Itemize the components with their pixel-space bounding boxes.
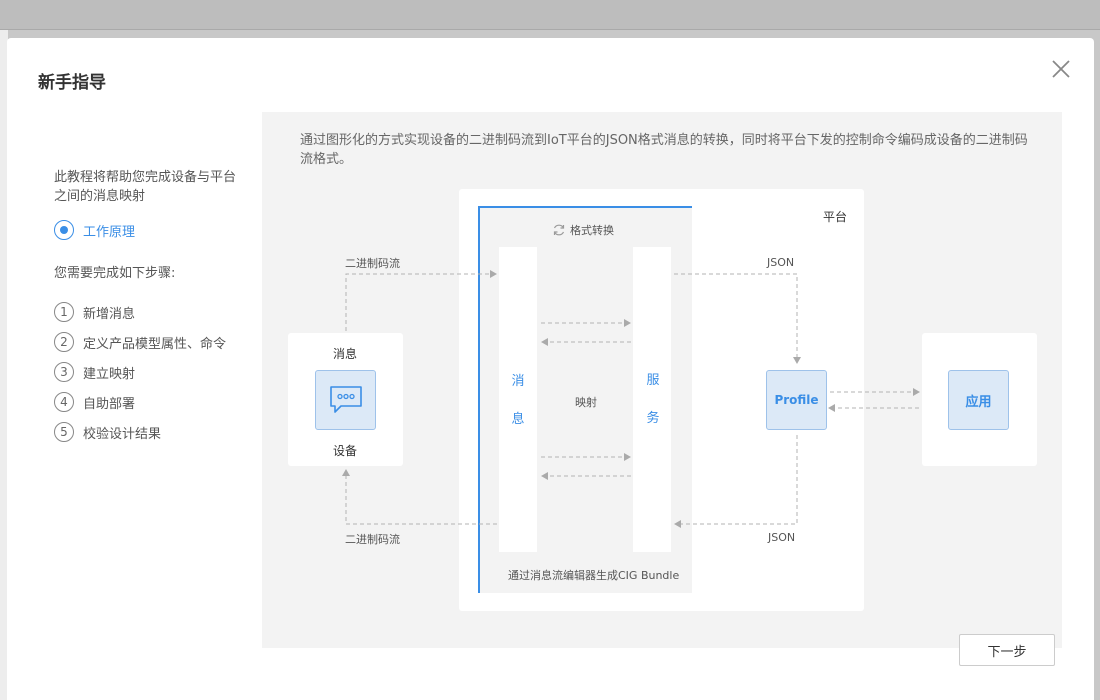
close-button[interactable] xyxy=(1050,58,1072,80)
step-item: 5 校验设计结果 xyxy=(54,417,254,447)
radio-selected-icon xyxy=(54,220,74,240)
steps-sidebar: 此教程将帮助您完成设备与平台之间的消息映射 工作原理 您需要完成如下步骤: 1 … xyxy=(54,168,254,447)
step-item: 3 建立映射 xyxy=(54,357,254,387)
step-item: 4 自助部署 xyxy=(54,387,254,417)
diagram-panel: 通过图形化的方式实现设备的二进制码流到IoT平台的JSON格式消息的转换，同时将… xyxy=(262,112,1062,648)
step-number-icon: 5 xyxy=(54,422,74,442)
step-number-icon: 4 xyxy=(54,392,74,412)
step-list: 1 新增消息 2 定义产品模型属性、命令 3 建立映射 4 自助部署 5 校验设… xyxy=(54,297,254,447)
step-label: 建立映射 xyxy=(83,366,136,382)
step-number-icon: 3 xyxy=(54,362,74,382)
step-item: 2 定义产品模型属性、命令 xyxy=(54,327,254,357)
current-step-item[interactable]: 工作原理 xyxy=(54,220,254,240)
current-step-label: 工作原理 xyxy=(83,224,136,240)
step-label: 定义产品模型属性、命令 xyxy=(83,336,227,352)
flow-arrows xyxy=(342,270,920,528)
step-label: 校验设计结果 xyxy=(83,426,162,442)
step-item: 1 新增消息 xyxy=(54,297,254,327)
step-label: 新增消息 xyxy=(83,306,136,322)
steps-heading: 您需要完成如下步骤: xyxy=(54,266,176,281)
step-label: 自助部署 xyxy=(83,396,136,412)
step-number-icon: 1 xyxy=(54,302,74,322)
step-number-icon: 2 xyxy=(54,332,74,352)
dialog-title: 新手指导 xyxy=(38,73,106,93)
next-step-button[interactable]: 下一步 xyxy=(959,634,1055,666)
close-icon xyxy=(1052,60,1070,78)
guide-dialog: 新手指导 此教程将帮助您完成设备与平台之间的消息映射 工作原理 您需要完成如下步… xyxy=(7,38,1094,700)
background-toolbar xyxy=(0,0,1100,30)
intro-text: 此教程将帮助您完成设备与平台之间的消息映射 xyxy=(54,170,237,204)
